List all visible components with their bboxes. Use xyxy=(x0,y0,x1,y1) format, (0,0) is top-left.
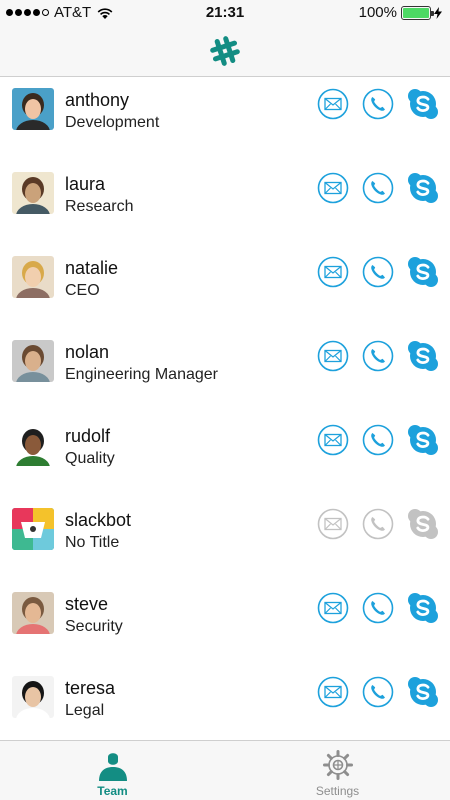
phone-icon[interactable] xyxy=(362,256,394,288)
contact-row[interactable]: steve Security xyxy=(0,582,450,666)
avatar xyxy=(12,172,54,214)
contact-title: Legal xyxy=(65,702,105,719)
phone-icon[interactable] xyxy=(362,340,394,372)
contact-title: Research xyxy=(65,198,134,215)
mail-icon[interactable] xyxy=(317,88,349,120)
mail-icon[interactable] xyxy=(317,172,349,204)
tab-settings-label: Settings xyxy=(315,784,360,798)
skype-icon[interactable] xyxy=(407,424,439,456)
tab-settings[interactable]: Settings xyxy=(225,741,450,800)
contact-row[interactable]: anthony Development xyxy=(0,78,450,162)
avatar xyxy=(12,676,54,718)
tab-team[interactable]: Team xyxy=(0,741,225,800)
mail-icon[interactable] xyxy=(317,340,349,372)
skype-icon xyxy=(407,508,439,540)
contact-row[interactable]: laura Research xyxy=(0,162,450,246)
avatar xyxy=(12,592,54,634)
phone-icon[interactable] xyxy=(362,424,394,456)
phone-icon xyxy=(362,508,394,540)
phone-icon[interactable] xyxy=(362,88,394,120)
tab-team-label: Team xyxy=(97,784,128,798)
contact-title: Development xyxy=(65,114,160,131)
skype-icon[interactable] xyxy=(407,592,439,624)
avatar xyxy=(12,340,54,382)
contact-title: Engineering Manager xyxy=(65,366,218,383)
contact-name: teresa xyxy=(65,678,116,698)
contact-name: natalie xyxy=(65,258,119,278)
skype-icon[interactable] xyxy=(407,340,439,372)
contact-title: No Title xyxy=(65,534,120,551)
contact-name: nolan xyxy=(65,342,110,362)
skype-icon[interactable] xyxy=(407,172,439,204)
skype-icon[interactable] xyxy=(407,676,439,708)
person-icon xyxy=(99,753,127,781)
contact-name: anthony xyxy=(65,90,130,110)
contact-title: Security xyxy=(65,618,123,635)
skype-icon[interactable] xyxy=(407,256,439,288)
tab-bar: Team Settings xyxy=(0,740,450,800)
mail-icon[interactable] xyxy=(317,592,349,624)
nav-bar xyxy=(0,26,450,77)
contact-title: CEO xyxy=(65,282,100,299)
battery-icon xyxy=(401,5,434,20)
contact-name: slackbot xyxy=(65,510,132,530)
contact-name: laura xyxy=(65,174,106,194)
avatar xyxy=(12,424,54,466)
status-bar: AT&T 21:31 100% xyxy=(0,0,450,26)
mail-icon[interactable] xyxy=(317,676,349,708)
status-right: 100% xyxy=(359,4,442,21)
contact-row[interactable]: teresa Legal xyxy=(0,666,450,750)
skype-icon[interactable] xyxy=(407,88,439,120)
contact-list: anthony Development laura Research natalie CE… xyxy=(0,78,450,750)
phone-icon[interactable] xyxy=(362,172,394,204)
contact-name: rudolf xyxy=(65,426,111,446)
contact-name: steve xyxy=(65,594,109,614)
gear-icon xyxy=(323,750,353,780)
charging-icon xyxy=(434,6,442,19)
phone-icon[interactable] xyxy=(362,676,394,708)
slack-hash-icon[interactable] xyxy=(209,35,241,67)
contact-row[interactable]: rudolf Quality xyxy=(0,414,450,498)
contact-row[interactable]: natalie CEO xyxy=(0,246,450,330)
phone-icon[interactable] xyxy=(362,592,394,624)
mail-icon[interactable] xyxy=(317,424,349,456)
avatar xyxy=(12,508,54,550)
avatar xyxy=(12,88,54,130)
battery-percent: 100% xyxy=(358,4,397,21)
contact-row[interactable]: nolan Engineering Manager xyxy=(0,330,450,414)
avatar xyxy=(12,256,54,298)
contact-title: Quality xyxy=(65,450,115,467)
mail-icon xyxy=(317,508,349,540)
mail-icon[interactable] xyxy=(317,256,349,288)
contact-row[interactable]: slackbot No Title xyxy=(0,498,450,582)
